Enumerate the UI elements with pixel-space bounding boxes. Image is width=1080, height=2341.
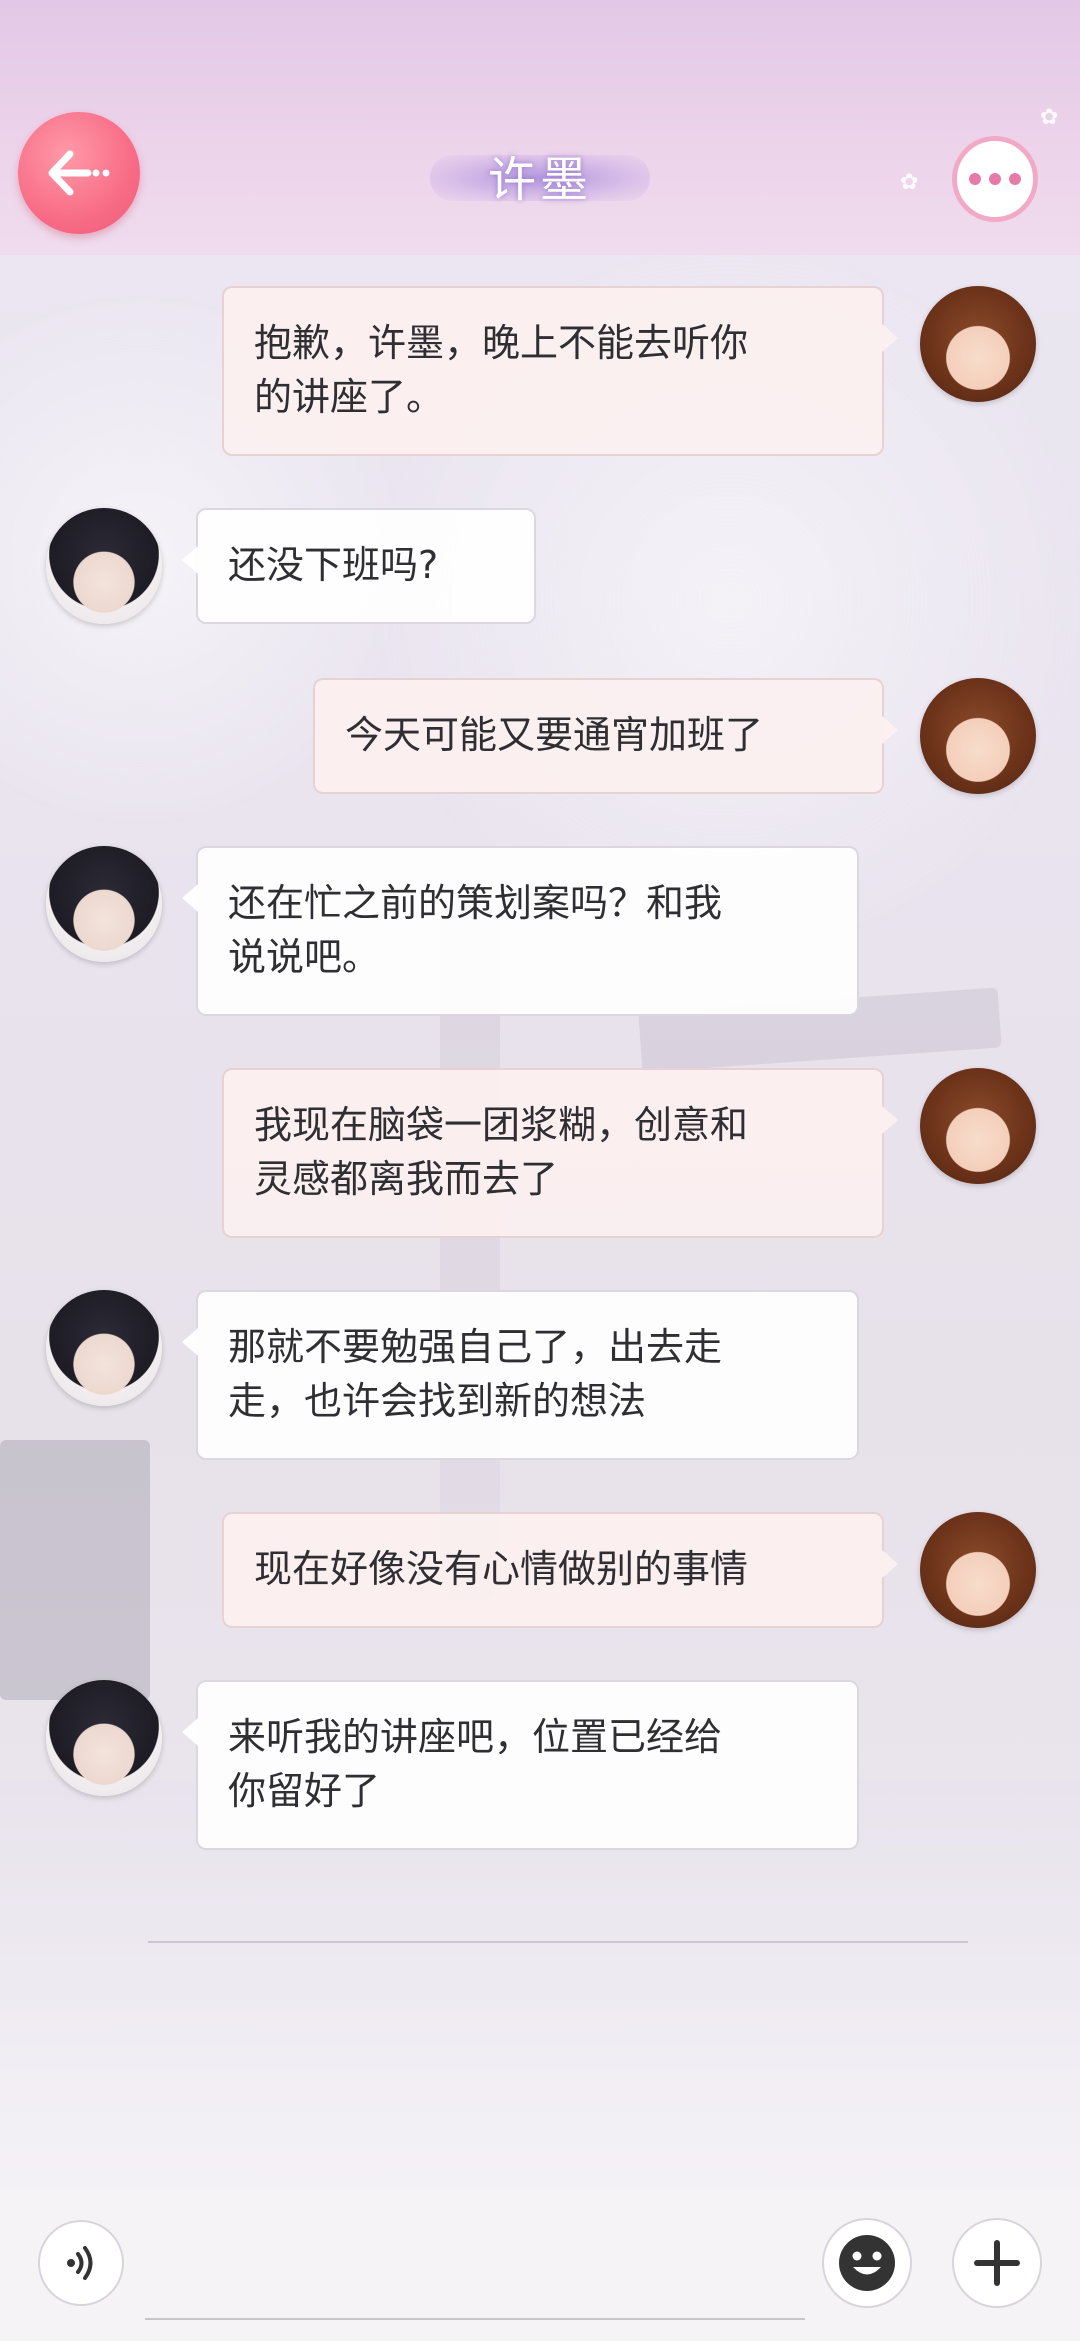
message-text-line: 来听我的讲座吧，位置已经给	[228, 1715, 723, 1759]
page-title: 许墨	[487, 152, 592, 208]
message-text-line: 今天可能又要通宵加班了	[345, 713, 764, 757]
chat-screen: ✿ ✿ 许墨 抱歉，许墨，晚上不能去听你 的讲座了。 还没下班吗? 今天可能又要…	[0, 0, 1080, 2341]
avatar-contact[interactable]	[46, 846, 162, 962]
avatar-user[interactable]	[920, 1512, 1036, 1628]
message-text-line: 你留好了	[228, 1769, 381, 1813]
message-input[interactable]	[145, 2318, 805, 2320]
message-text-line: 现在好像没有心情做别的事情	[254, 1547, 749, 1591]
message-bubble-incoming: 来听我的讲座吧，位置已经给 你留好了	[182, 1680, 859, 1850]
plus-icon	[974, 2240, 1020, 2286]
page-title-wrap: 许墨	[410, 130, 670, 220]
avatar-user[interactable]	[920, 1068, 1036, 1184]
more-dots-icon	[969, 173, 981, 185]
message-text-line: 说说吧。	[228, 935, 381, 979]
message-bubble-outgoing: 今天可能又要通宵加班了	[313, 678, 898, 794]
message-bubble-incoming: 还在忙之前的策划案吗？和我 说说吧。	[182, 846, 859, 1016]
voice-icon	[67, 2246, 93, 2280]
chat-end-divider	[148, 1941, 968, 1943]
more-dots-icon	[1009, 173, 1021, 185]
message-text-line: 的讲座了。	[254, 375, 445, 419]
avatar-contact[interactable]	[46, 1290, 162, 1406]
more-dots-icon	[989, 173, 1001, 185]
message-bubble-outgoing: 现在好像没有心情做别的事情	[222, 1512, 898, 1628]
add-button[interactable]	[952, 2218, 1042, 2308]
message-text-line: 抱歉，许墨，晚上不能去听你	[254, 321, 749, 365]
message-bubble-outgoing: 我现在脑袋一团浆糊，创意和 灵感都离我而去了	[222, 1068, 898, 1238]
voice-button[interactable]	[38, 2220, 124, 2306]
avatar-user[interactable]	[920, 678, 1036, 794]
message-text-line: 我现在脑袋一团浆糊，创意和	[254, 1103, 749, 1147]
message-text-line: 还在忙之前的策划案吗？和我	[228, 881, 723, 925]
arrow-left-icon	[48, 150, 110, 196]
avatar-contact[interactable]	[46, 508, 162, 624]
message-bubble-outgoing: 抱歉，许墨，晚上不能去听你 的讲座了。	[222, 286, 898, 456]
background-menu-board	[0, 1440, 150, 1700]
back-button[interactable]	[18, 112, 140, 234]
message-text-line: 走，也许会找到新的想法	[228, 1379, 647, 1423]
message-text-line: 还没下班吗?	[228, 543, 439, 587]
sparkle-icon: ✿	[1040, 105, 1059, 130]
sparkle-icon: ✿	[900, 170, 919, 195]
avatar-user[interactable]	[920, 286, 1036, 402]
message-bubble-incoming: 还没下班吗?	[182, 508, 536, 624]
message-text-line: 那就不要勉强自己了，出去走	[228, 1325, 723, 1369]
avatar-contact[interactable]	[46, 1680, 162, 1796]
more-options-button[interactable]	[952, 136, 1038, 222]
chat-header: ✿ ✿ 许墨	[0, 0, 1080, 255]
emoji-icon	[839, 2235, 895, 2291]
message-bubble-incoming: 那就不要勉强自己了，出去走 走，也许会找到新的想法	[182, 1290, 859, 1460]
emoji-button[interactable]	[822, 2218, 912, 2308]
message-text-line: 灵感都离我而去了	[254, 1157, 559, 1201]
